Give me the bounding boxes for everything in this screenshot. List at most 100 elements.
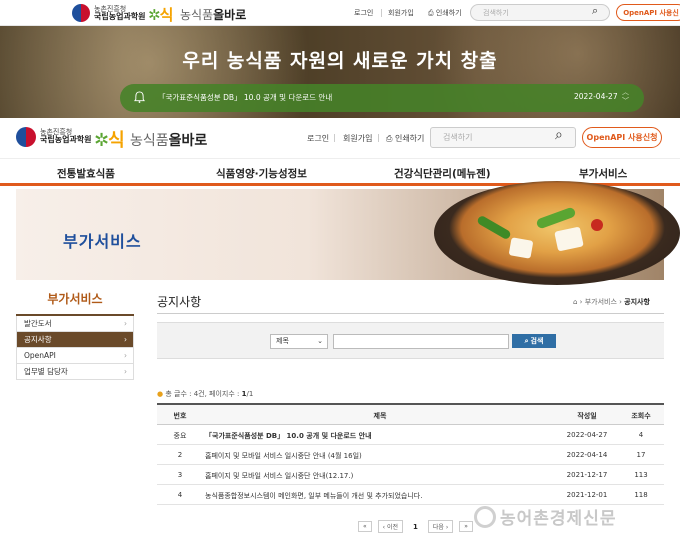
chevron-right-icon: › xyxy=(124,367,127,376)
gnb-item-nutrition[interactable]: 식품영양·기능성정보 xyxy=(216,166,307,181)
service-logo[interactable]: 농식품올바로 xyxy=(180,6,246,23)
watermark: 농어촌경제신문 xyxy=(500,509,617,529)
signup-link[interactable]: 회원가입 xyxy=(343,133,372,144)
home-icon[interactable]: ⌂ xyxy=(573,298,577,306)
row-title-link[interactable]: 「국가표준식품성분 DB」 10.0 공개 및 다운로드 안내 xyxy=(205,431,555,441)
service-logo-mark-icon: ✲식 xyxy=(148,6,173,24)
service-logo-mark-icon: ✲식 xyxy=(94,130,125,151)
row-date: 2021-12-17 xyxy=(566,471,608,479)
org-logo[interactable]: 농촌진흥청 국립농업과학원 xyxy=(40,128,92,144)
table-row: 3 홈페이지 및 모바일 서비스 일시중단 안내(12.17.) 2021-12… xyxy=(157,465,664,485)
org-name-label: 국립농업과학원 xyxy=(40,135,92,144)
printer-icon: ⎙ xyxy=(386,134,393,143)
government-emblem-icon xyxy=(72,4,90,22)
row-title-link[interactable]: 홈페이지 및 모바일 서비스 일시중단 안내(12.17.) xyxy=(205,471,555,481)
top-header-strip: 농촌진흥청 국립농업과학원 ✲식 농식품올바로 로그인 회원가입 ⎙ 인쇄하기 … xyxy=(0,0,680,26)
ticker-up-icon[interactable]: ︿ xyxy=(622,88,629,97)
ticker-down-icon[interactable]: ﹀ xyxy=(622,97,629,106)
breadcrumb-parent[interactable]: 부가서비스 xyxy=(585,298,617,306)
column-header: 작성일 xyxy=(577,412,597,420)
breadcrumb: ⌂ › 부가서비스 › 공지사항 xyxy=(573,298,650,306)
divider xyxy=(157,313,664,314)
print-link[interactable]: ⎙ 인쇄하기 xyxy=(428,8,462,18)
lnb-title: 부가서비스 xyxy=(47,292,103,306)
chili-image xyxy=(591,219,603,231)
notice-table: 번호 제목 작성일 조회수 중요 「국가표준식품성분 DB」 10.0 공개 및… xyxy=(157,403,664,505)
signup-link[interactable]: 회원가입 xyxy=(388,8,414,18)
row-date: 2022-04-14 xyxy=(566,451,608,459)
lnb-item-openapi[interactable]: OpenAPI › xyxy=(16,348,134,364)
ticker-arrows: ︿ ﹀ xyxy=(622,88,629,106)
watermark-logo-icon xyxy=(474,506,496,528)
bullet-icon: ● xyxy=(157,390,164,398)
search-icon: ⌕ xyxy=(524,336,529,345)
row-views: 4 xyxy=(638,431,644,439)
lnb-item-notices[interactable]: 공지사항 › xyxy=(16,332,134,348)
government-emblem-icon xyxy=(16,127,36,147)
row-views: 113 xyxy=(634,471,648,479)
current-page[interactable]: 1 xyxy=(409,521,422,532)
breadcrumb-current: 공지사항 xyxy=(624,298,650,306)
chevron-right-icon: › xyxy=(124,351,127,360)
org-logo[interactable]: 농촌진흥청 국립농업과학원 xyxy=(94,5,146,21)
gnb-item-extra-services[interactable]: 부가서비스 xyxy=(579,166,627,181)
login-link[interactable]: 로그인 xyxy=(354,8,373,18)
last-page-button[interactable]: » xyxy=(459,521,473,532)
chevron-right-icon: › xyxy=(124,319,127,328)
search-button[interactable]: ⌕ 검색 xyxy=(512,334,556,348)
search-icon[interactable]: ⌕ xyxy=(592,4,598,18)
first-page-button[interactable]: « xyxy=(358,521,372,532)
row-date: 2022-04-27 xyxy=(566,431,608,439)
search-icon[interactable]: ⌕ xyxy=(555,127,563,143)
service-logo[interactable]: 농식품올바로 xyxy=(130,130,207,150)
next-page-button[interactable]: 다음 › xyxy=(427,520,454,533)
table-row: 2 홈페이지 및 모바일 서비스 일시중단 안내 (4월 16일) 2022-0… xyxy=(157,445,664,465)
search-keyword-input[interactable] xyxy=(333,334,509,349)
hero-title: 우리 농식품 자원의 새로운 가치 창출 xyxy=(182,50,498,72)
row-number: 중요 xyxy=(173,432,187,440)
tofu-image xyxy=(508,237,534,259)
row-title-link[interactable]: 농식품종합정보시스템이 메인화면, 일부 메뉴들이 개선 및 추가되었습니다. xyxy=(205,491,555,501)
search-panel: 제목 ⌄ ⌕ 검색 xyxy=(157,322,664,359)
column-header: 번호 xyxy=(173,412,187,420)
print-link[interactable]: ⎙ 인쇄하기 xyxy=(386,133,424,144)
column-header: 제목 xyxy=(373,412,387,420)
row-title-link[interactable]: 홈페이지 및 모바일 서비스 일시중단 안내 (4월 16일) xyxy=(205,451,555,461)
top-search-input[interactable]: 검색하기 xyxy=(470,4,610,21)
lnb-item-contacts[interactable]: 업무별 담당자 › xyxy=(16,364,134,380)
notice-ticker-text[interactable]: 「국가표준식품성분 DB」 10.0 공개 및 다운로드 안내 xyxy=(158,92,332,103)
notice-ticker[interactable]: 「국가표준식품성분 DB」 10.0 공개 및 다운로드 안내 2022-04-… xyxy=(120,84,644,112)
page-title: 공지사항 xyxy=(157,295,202,309)
prev-page-button[interactable]: ‹ 이전 xyxy=(377,520,404,533)
row-views: 118 xyxy=(634,491,648,499)
lnb-item-publications[interactable]: 발간도서 › xyxy=(16,316,134,332)
search-field-select[interactable]: 제목 ⌄ xyxy=(270,334,328,349)
pagination: « ‹ 이전 1 다음 › » xyxy=(358,520,473,533)
divider xyxy=(381,9,382,17)
row-date: 2021-12-01 xyxy=(566,491,608,499)
chevron-right-icon: › xyxy=(124,335,127,344)
openapi-button[interactable]: OpenAPI 사용신 xyxy=(616,4,680,21)
org-name-label: 국립농업과학원 xyxy=(94,12,146,21)
row-number: 3 xyxy=(177,471,183,479)
gnb-item-fermented[interactable]: 전통발효식품 xyxy=(57,166,115,181)
column-header: 조회수 xyxy=(631,412,651,420)
table-row: 4 농식품종합정보시스템이 메인화면, 일부 메뉴들이 개선 및 추가되었습니다… xyxy=(157,485,664,505)
divider xyxy=(334,134,335,142)
row-views: 17 xyxy=(636,451,646,459)
local-nav: 발간도서 › 공지사항 › OpenAPI › 업무별 담당자 › xyxy=(16,314,134,380)
openapi-button[interactable]: OpenAPI 사용신청 xyxy=(582,127,662,148)
printer-icon: ⎙ xyxy=(428,9,434,17)
site-header: 농촌진흥청 국립농업과학원 ✲식 농식품올바로 로그인 회원가입 ⎙ 인쇄하기 … xyxy=(0,118,680,158)
notice-ticker-date: 2022-04-27 xyxy=(574,92,618,101)
sub-visual-title: 부가서비스 xyxy=(63,232,142,251)
row-number: 4 xyxy=(177,491,183,499)
chevron-down-icon: ⌄ xyxy=(317,337,323,345)
table-row: 중요 「국가표준식품성분 DB」 10.0 공개 및 다운로드 안내 2022-… xyxy=(157,425,664,445)
bell-icon xyxy=(134,91,145,103)
login-link[interactable]: 로그인 xyxy=(307,133,329,144)
gnb-item-menu-gen[interactable]: 건강식단관리(메뉴젠) xyxy=(394,166,491,181)
table-header-row: 번호 제목 작성일 조회수 xyxy=(157,405,664,425)
result-summary: ● 총 글수 : 4건, 페이지수 : 1/1 xyxy=(157,390,254,398)
divider xyxy=(378,134,379,142)
